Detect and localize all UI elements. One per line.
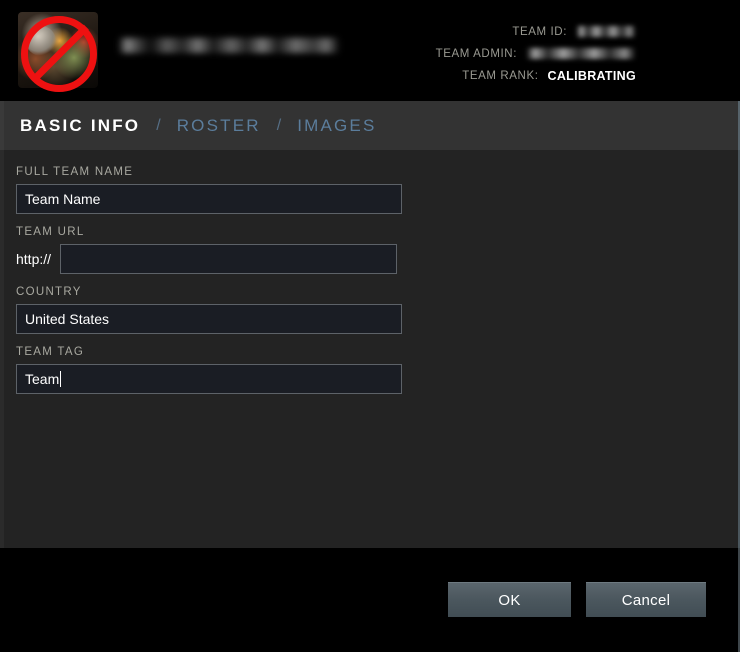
meta-row-team-admin: TEAM ADMIN:: [116, 46, 636, 61]
field-team-url: TEAM URL http://: [16, 226, 398, 274]
ok-button[interactable]: OK: [448, 582, 571, 617]
full-team-name-input[interactable]: Team Name: [16, 184, 402, 214]
field-team-tag: TEAM TAG Team: [16, 346, 402, 394]
tab-basic-info[interactable]: BASIC INFO: [18, 116, 142, 136]
dialog-header: TEAM ID: TEAM ADMIN: TEAM RANK: CALIBRAT…: [0, 0, 740, 100]
team-admin-label: TEAM ADMIN:: [435, 47, 517, 60]
country-label: COUNTRY: [16, 286, 82, 298]
country-input[interactable]: United States: [16, 304, 402, 334]
meta-row-team-rank: TEAM RANK: CALIBRATING: [116, 68, 636, 83]
team-rank-label: TEAM RANK:: [462, 69, 539, 82]
dialog-footer: OK Cancel: [0, 548, 740, 652]
team-logo[interactable]: [18, 12, 98, 92]
team-tag-value: Team: [25, 371, 60, 387]
full-team-name-label: FULL TEAM NAME: [16, 166, 134, 178]
team-meta-block: TEAM ID: TEAM ADMIN: TEAM RANK: CALIBRAT…: [116, 24, 636, 90]
redacted-blur-overlay: [576, 26, 636, 37]
text-caret: [60, 371, 62, 387]
tab-separator: /: [276, 116, 282, 134]
team-edit-dialog: TEAM ID: TEAM ADMIN: TEAM RANK: CALIBRAT…: [0, 0, 740, 652]
team-url-prefix: http://: [16, 251, 52, 267]
tab-images[interactable]: IMAGES: [295, 116, 378, 136]
team-rank-value: CALIBRATING: [547, 68, 636, 83]
meta-row-team-id: TEAM ID:: [116, 24, 636, 39]
team-url-label: TEAM URL: [16, 226, 85, 238]
tab-bar: BASIC INFO / ROSTER / IMAGES: [0, 101, 740, 150]
team-tag-input[interactable]: Team: [16, 364, 402, 394]
team-url-input[interactable]: [60, 244, 398, 274]
team-tag-label: TEAM TAG: [16, 346, 85, 358]
team-admin-value: [526, 47, 636, 60]
field-full-team-name: FULL TEAM NAME Team Name: [16, 166, 402, 214]
field-country: COUNTRY United States: [16, 286, 402, 334]
prohibited-no-entry-icon: [21, 16, 97, 92]
tab-separator: /: [156, 116, 161, 134]
cancel-button[interactable]: Cancel: [586, 582, 706, 617]
basic-info-form: FULL TEAM NAME Team Name TEAM URL http:/…: [0, 150, 740, 548]
team-id-label: TEAM ID:: [512, 25, 567, 38]
team-id-value: [576, 25, 636, 38]
tab-roster[interactable]: ROSTER: [175, 116, 263, 136]
redacted-blur-overlay: [526, 48, 636, 59]
